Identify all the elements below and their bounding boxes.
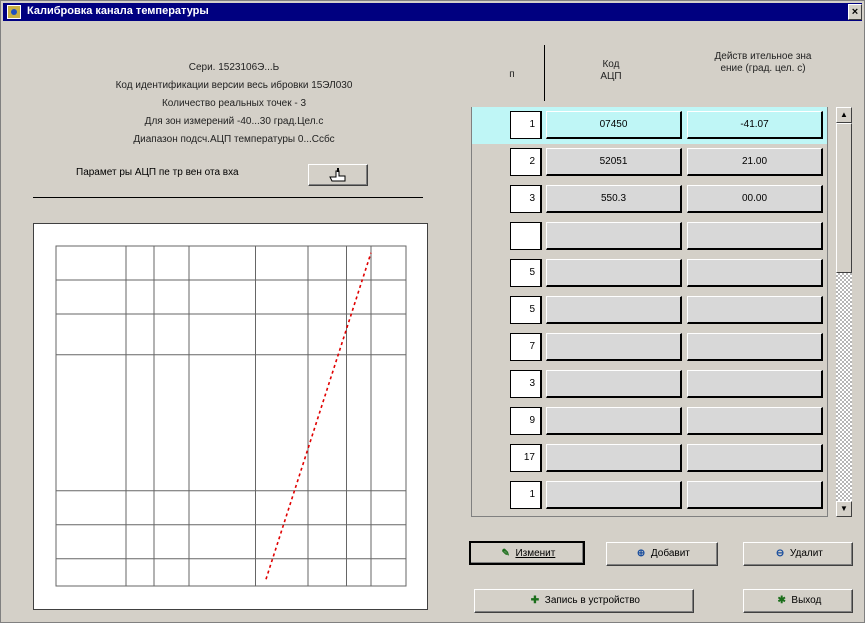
title-bar[interactable]: Калибровка канала температуры ×: [3, 3, 862, 21]
table-row[interactable]: 5: [472, 255, 827, 292]
calc-icon: ✎: [501, 548, 510, 559]
ident-code-text: Код идентификации версии весь ибровки 15…: [115, 80, 353, 91]
actual-value-cell[interactable]: 21.00: [687, 148, 823, 176]
adc-params-row: Парамет ры АЦП пе тр вен ота вха: [71, 164, 391, 186]
header-separator: [544, 45, 545, 101]
delete-button-label: Удалит: [789, 548, 823, 559]
serial-number-text: Сери. 1523106Э...Ь: [188, 62, 280, 73]
points-count-text: Количество реальных точек - 3: [161, 98, 307, 109]
adc-code-cell[interactable]: [546, 296, 682, 324]
row-number: 3: [510, 370, 542, 398]
table-row[interactable]: 17: [472, 440, 827, 477]
adc-params-button[interactable]: [308, 164, 368, 186]
adc-code-cell[interactable]: 52051: [546, 148, 682, 176]
table-row[interactable]: 5: [472, 292, 827, 329]
table-row[interactable]: [472, 218, 827, 255]
actual-value-cell[interactable]: [687, 407, 823, 435]
calibration-chart: [33, 223, 428, 610]
scroll-thumb[interactable]: [836, 123, 852, 273]
row-number: 17: [510, 444, 542, 472]
adc-code-cell[interactable]: [546, 444, 682, 472]
scroll-down-button[interactable]: ▼: [836, 501, 852, 517]
adc-code-cell[interactable]: [546, 481, 682, 509]
exit-icon: ✱: [777, 595, 786, 606]
write-button-label: Запись в устройство: [544, 595, 640, 606]
measure-range-text: Для зон измерений -40...30 град.Цел.с: [144, 116, 324, 127]
row-number: 1: [510, 481, 542, 509]
add-button[interactable]: ⊕ Добавит: [606, 542, 718, 566]
table-row[interactable]: 1 07450 -41.07: [472, 107, 827, 144]
delete-button[interactable]: ⊖ Удалит: [743, 542, 853, 566]
row-number: 9: [510, 407, 542, 435]
hand-pointer-icon: [329, 168, 346, 182]
table-row[interactable]: 3 550.3 00.00: [472, 181, 827, 218]
table-row[interactable]: 2 52051 21.00: [472, 144, 827, 181]
actual-value-cell[interactable]: [687, 370, 823, 398]
add-icon: ⊕: [636, 548, 646, 559]
row-number: 5: [510, 296, 542, 324]
header-actual-value: Действ ительное зна ение (град. цел. с): [714, 51, 812, 74]
adc-code-cell[interactable]: 07450: [546, 111, 682, 139]
actual-value-cell[interactable]: -41.07: [687, 111, 823, 139]
calc-button[interactable]: ✎ Изменит: [469, 541, 585, 565]
adc-code-cell[interactable]: [546, 333, 682, 361]
adc-params-label: Парамет ры АЦП пе тр вен ота вха: [76, 167, 239, 178]
window-title: Калибровка канала температуры: [27, 5, 209, 17]
calc-button-label: Изменит: [515, 548, 556, 559]
actual-value-cell[interactable]: [687, 333, 823, 361]
header-n: п: [509, 69, 515, 80]
row-number: 1: [510, 111, 542, 139]
adc-code-cell[interactable]: [546, 259, 682, 287]
exit-button[interactable]: ✱ Выход: [743, 589, 853, 613]
app-icon: [7, 5, 21, 19]
table-row[interactable]: 9: [472, 403, 827, 440]
table-row[interactable]: 7: [472, 329, 827, 366]
row-number: 5: [510, 259, 542, 287]
add-button-label: Добавит: [650, 548, 690, 559]
actual-value-cell[interactable]: [687, 444, 823, 472]
separator-line: [33, 197, 423, 198]
actual-value-cell[interactable]: [687, 222, 823, 250]
calibration-curve: [265, 252, 372, 580]
info-panel: Сери. 1523106Э...Ь Код идентификации вер…: [29, 59, 439, 149]
calibration-table: 1 07450 -41.07 2 52051 21.00 3 550.3 00.00 5 5 7 3 9 1…: [471, 107, 828, 517]
actual-value-cell[interactable]: 00.00: [687, 185, 823, 213]
scroll-up-button[interactable]: ▲: [836, 107, 852, 123]
actual-value-cell[interactable]: [687, 481, 823, 509]
adc-code-cell[interactable]: [546, 407, 682, 435]
row-number: 7: [510, 333, 542, 361]
adc-code-cell[interactable]: [546, 222, 682, 250]
chart-plot-area: [55, 245, 407, 587]
write-icon: ✚: [530, 595, 540, 606]
actual-value-cell[interactable]: [687, 296, 823, 324]
row-number: 3: [510, 185, 542, 213]
calibration-window: Калибровка канала температуры × Сери. 15…: [0, 0, 865, 623]
write-to-device-button[interactable]: ✚ Запись в устройство: [474, 589, 694, 613]
delete-icon: ⊖: [775, 548, 785, 559]
adc-code-cell[interactable]: 550.3: [546, 185, 682, 213]
table-scrollbar[interactable]: ▲ ▼: [836, 107, 852, 517]
row-number: 2: [510, 148, 542, 176]
adc-range-text: Диапазон подсч.АЦП температуры 0...Ссбс: [133, 134, 335, 145]
adc-code-cell[interactable]: [546, 370, 682, 398]
calibration-chart-svg: [55, 245, 407, 587]
table-row[interactable]: 3: [472, 366, 827, 403]
exit-button-label: Выход: [791, 595, 822, 606]
table-row[interactable]: 1: [472, 477, 827, 514]
row-number: [510, 222, 542, 250]
close-button[interactable]: ×: [848, 4, 862, 20]
header-adc-code: Код АЦП: [600, 59, 622, 82]
actual-value-cell[interactable]: [687, 259, 823, 287]
